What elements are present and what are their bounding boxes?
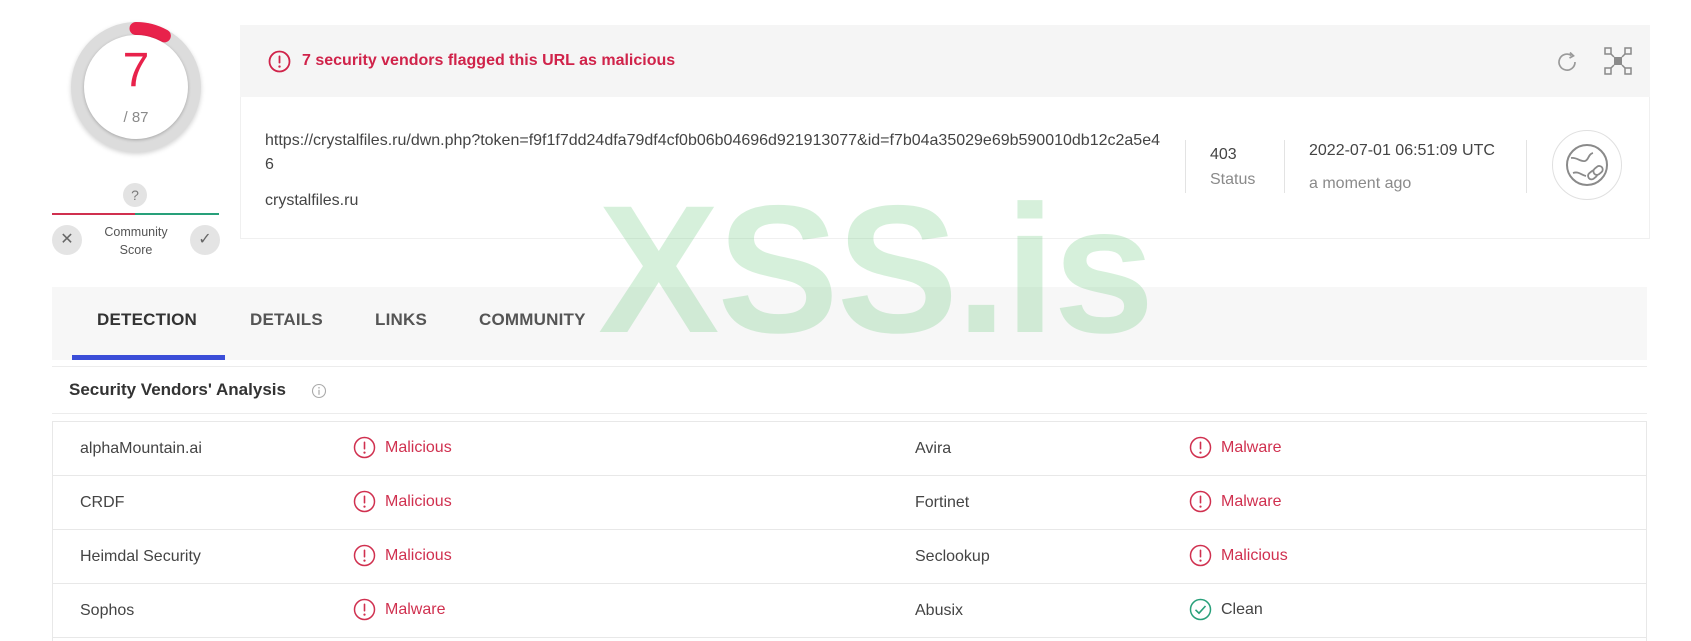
score-center: 7 / 87 bbox=[84, 35, 188, 139]
graph-icon bbox=[1604, 47, 1632, 75]
refresh-icon bbox=[1558, 51, 1576, 71]
vendor-result: Malware bbox=[1189, 436, 1281, 459]
info-icon[interactable] bbox=[311, 383, 327, 404]
vendor-name: Seclookup bbox=[915, 548, 990, 565]
table-row: Sophos Malware Abusix Clean bbox=[53, 584, 1646, 638]
result-label: Malware bbox=[1221, 438, 1282, 456]
analysis-relative-time: a moment ago bbox=[1309, 175, 1412, 192]
divider bbox=[1185, 140, 1186, 193]
alert-circle-icon bbox=[1189, 436, 1212, 459]
http-status-code: 403 bbox=[1210, 146, 1237, 163]
section-title: Security Vendors' Analysis bbox=[69, 380, 286, 399]
result-label: Malicious bbox=[385, 438, 452, 456]
graph-view-button[interactable] bbox=[1603, 46, 1633, 81]
engine-total: / 87 bbox=[123, 109, 149, 126]
alert-circle-icon bbox=[1189, 490, 1212, 513]
tab-detection[interactable]: DETECTION bbox=[97, 310, 197, 330]
alert-circle-icon bbox=[353, 436, 376, 459]
close-icon: ✕ bbox=[60, 231, 74, 248]
tab-community[interactable]: COMMUNITY bbox=[479, 310, 586, 330]
vendor-name: Fortinet bbox=[915, 494, 970, 511]
divider bbox=[52, 366, 1647, 367]
result-label: Malware bbox=[1221, 492, 1282, 510]
tab-links[interactable]: LINKS bbox=[375, 310, 427, 330]
divider bbox=[1526, 140, 1527, 193]
community-bar-negative bbox=[52, 213, 135, 215]
result-label: Malicious bbox=[385, 546, 452, 564]
vendor-result: Malicious bbox=[353, 436, 452, 459]
alert-circle-icon bbox=[353, 598, 376, 621]
community-bar-positive bbox=[135, 213, 219, 215]
analysis-date: 2022-07-01 06:51:09 UTC bbox=[1309, 142, 1495, 159]
vote-harmless-button[interactable]: ✓ bbox=[190, 225, 220, 255]
vendor-name: Abusix bbox=[915, 602, 964, 619]
vendor-name: CRDF bbox=[80, 494, 125, 511]
vendor-result: Malware bbox=[1189, 490, 1281, 513]
tab-details[interactable]: DETAILS bbox=[250, 310, 323, 330]
scanned-url[interactable]: https://crystalfiles.ru/dwn.php?token=f9… bbox=[265, 129, 1160, 177]
vendor-result: Malware bbox=[353, 598, 445, 621]
vendor-result: Malicious bbox=[353, 490, 452, 513]
vendor-name: Avira bbox=[915, 440, 952, 457]
vendors-table: alphaMountain.ai Malicious Avira Malware… bbox=[52, 421, 1647, 641]
check-circle-icon bbox=[1189, 598, 1212, 621]
check-icon: ✓ bbox=[198, 231, 212, 248]
vendor-result: Malicious bbox=[1189, 544, 1288, 567]
table-row: alphaMountain.ai Malicious Avira Malware bbox=[53, 422, 1646, 476]
vendor-result: Malicious bbox=[353, 544, 452, 567]
result-label: Malicious bbox=[385, 492, 452, 510]
reanalyze-button[interactable] bbox=[1553, 48, 1581, 81]
result-label: Malicious bbox=[1221, 546, 1288, 564]
globe-link-icon bbox=[1566, 144, 1608, 186]
vendor-name: Heimdal Security bbox=[80, 548, 201, 565]
vote-harmful-button[interactable]: ✕ bbox=[52, 225, 82, 255]
alert-circle-icon bbox=[353, 544, 376, 567]
detection-score-ring: 7 / 87 bbox=[71, 22, 201, 152]
url-type-badge bbox=[1552, 130, 1622, 200]
detection-count: 7 bbox=[122, 44, 150, 97]
url-domain[interactable]: crystalfiles.ru bbox=[265, 192, 358, 210]
vendor-name: Sophos bbox=[80, 602, 135, 619]
http-status-label: Status bbox=[1210, 171, 1256, 188]
verdict-message: 7 security vendors flagged this URL as m… bbox=[302, 52, 676, 69]
divider bbox=[1284, 140, 1285, 193]
active-tab-indicator bbox=[72, 355, 225, 360]
table-row: Heimdal Security Malicious Seclookup Mal… bbox=[53, 530, 1646, 584]
community-score-label: Community Score bbox=[104, 225, 168, 257]
vendor-name: alphaMountain.ai bbox=[80, 440, 202, 457]
table-row: CRDF Malicious Fortinet Malware bbox=[53, 476, 1646, 530]
alert-circle-icon bbox=[353, 490, 376, 513]
community-score-value: ? bbox=[123, 183, 147, 207]
result-label: Clean bbox=[1221, 600, 1263, 618]
alert-circle-icon bbox=[1189, 544, 1212, 567]
divider bbox=[52, 413, 1647, 414]
alert-circle-icon bbox=[268, 50, 291, 73]
result-label: Malware bbox=[385, 600, 446, 618]
vendor-result: Clean bbox=[1189, 598, 1263, 621]
